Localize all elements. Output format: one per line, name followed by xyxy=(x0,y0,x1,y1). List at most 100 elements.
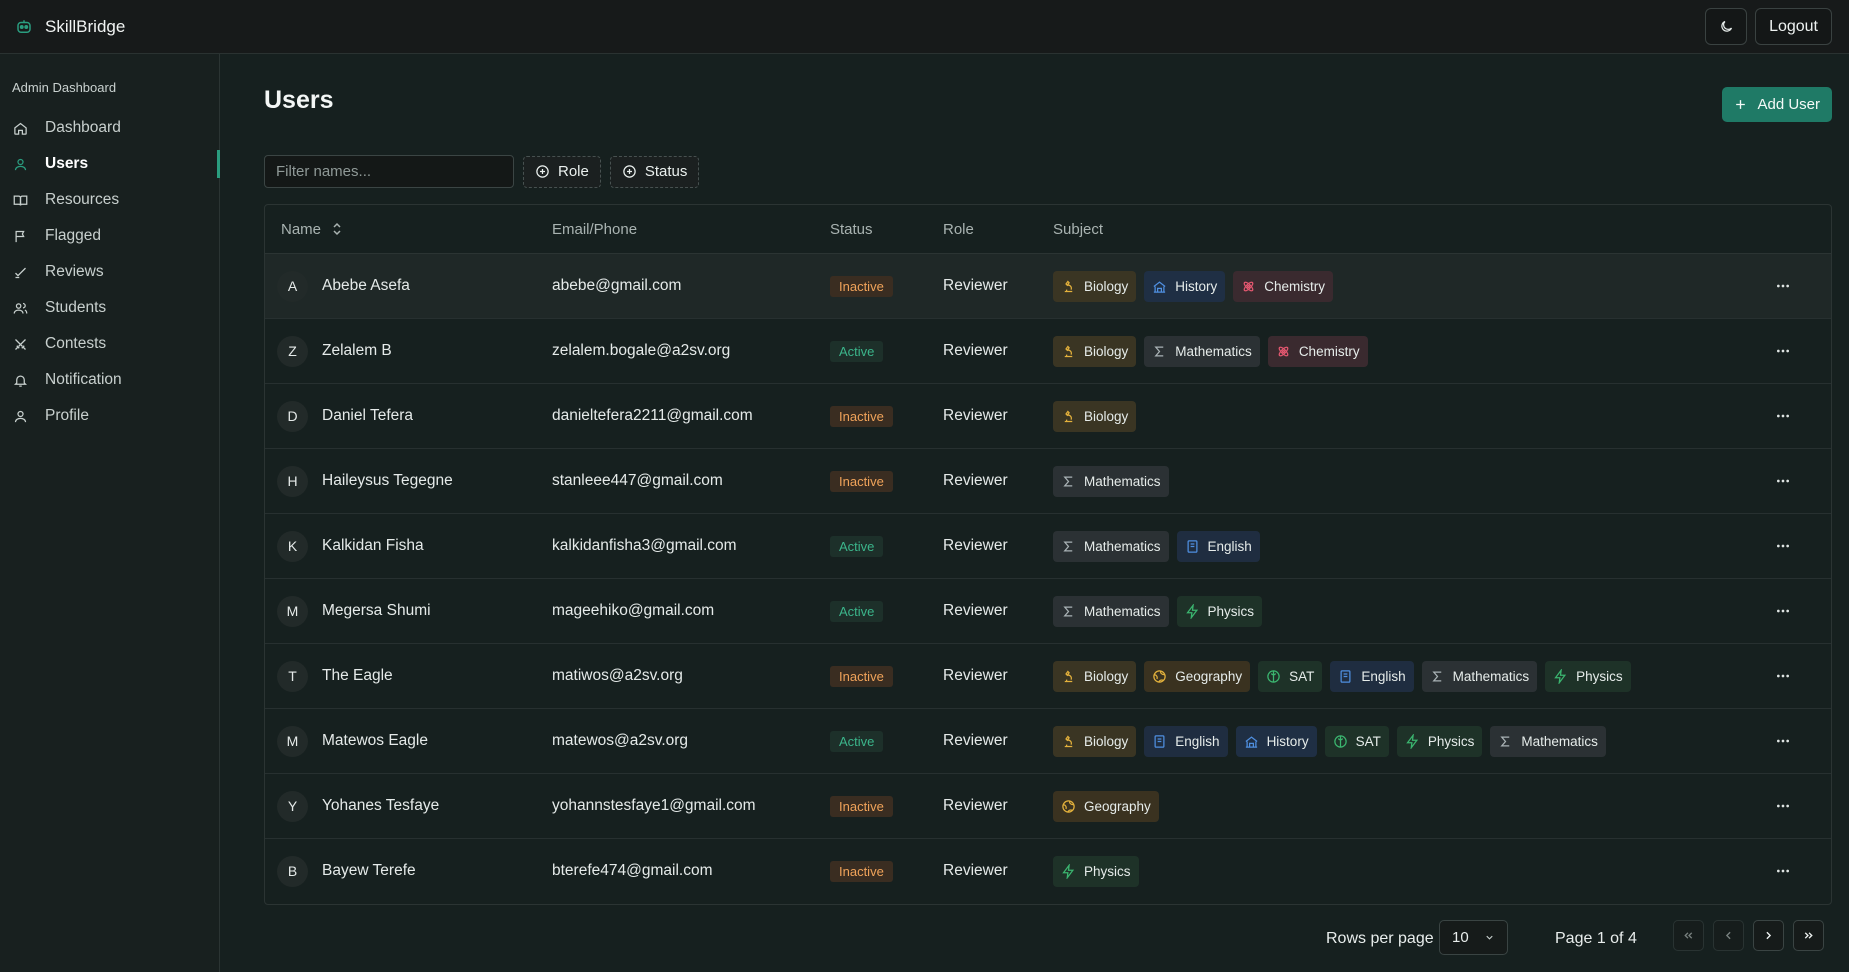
users-icon xyxy=(13,302,28,314)
row-actions-button[interactable] xyxy=(1775,579,1791,643)
status-badge: Active xyxy=(830,340,884,362)
sidebar-item-students[interactable]: Students xyxy=(0,290,220,326)
email-cell: abebe@gmail.com xyxy=(552,277,682,294)
status-badge: Inactive xyxy=(830,665,893,687)
sidebar-item-notification[interactable]: Notification xyxy=(0,362,220,398)
row-actions-button[interactable] xyxy=(1775,254,1791,318)
subject-label: Chemistry xyxy=(1264,278,1326,294)
row-actions-button[interactable] xyxy=(1775,384,1791,448)
sidebar-item-users[interactable]: Users xyxy=(0,146,220,182)
avatar: A xyxy=(277,270,308,302)
name-cell: B Bayew Terefe xyxy=(277,839,416,903)
subject-label: Biology xyxy=(1084,343,1129,359)
status-filter-button[interactable]: Status xyxy=(609,155,700,188)
user-name: Zelalem B xyxy=(322,342,392,359)
table-body: A Abebe Asefa abebe@gmail.com Inactive Revie… xyxy=(265,254,1831,904)
name-cell: H Haileysus Tegegne xyxy=(277,449,453,513)
row-actions-button[interactable] xyxy=(1775,644,1791,708)
sidebar-item-reviews[interactable]: Reviews xyxy=(0,254,220,290)
table-row[interactable]: Y Yohanes Tesfaye yohannstesfaye1@gmail.co… xyxy=(265,774,1831,839)
avatar: T xyxy=(277,660,308,692)
sidebar-nav: Dashboard Users Resources Flagged Review… xyxy=(0,110,220,434)
next-page-button[interactable] xyxy=(1753,920,1784,951)
subject-label: Physics xyxy=(1084,863,1131,879)
rows-per-page-select[interactable]: 10 xyxy=(1439,920,1508,955)
status-cell: Active xyxy=(830,579,884,643)
subject-label: Mathematics xyxy=(1084,538,1161,554)
subject-tag: Mathematics xyxy=(1053,530,1169,562)
last-page-button[interactable] xyxy=(1793,920,1824,951)
table-row[interactable]: D Daniel Tefera danieltefera2211@gmail.com… xyxy=(265,384,1831,449)
row-actions-button[interactable] xyxy=(1775,449,1791,513)
subject-tag: Geography xyxy=(1053,790,1159,822)
table-row[interactable]: B Bayew Terefe bterefe474@gmail.com Inactiv… xyxy=(265,839,1831,904)
row-actions-button[interactable] xyxy=(1775,839,1791,903)
microscope-icon xyxy=(1064,345,1073,357)
name-cell: T The Eagle xyxy=(277,644,393,708)
sigma-icon xyxy=(1432,671,1441,681)
add-user-button[interactable]: Add User xyxy=(1722,87,1832,122)
sidebar-item-contests[interactable]: Contests xyxy=(0,326,220,362)
logout-button[interactable]: Logout xyxy=(1755,8,1832,45)
moon-icon xyxy=(1720,20,1732,32)
status-cell: Inactive xyxy=(830,644,893,708)
subject-tag: English xyxy=(1176,530,1260,562)
more-horizontal-icon xyxy=(1777,739,1789,743)
table-row[interactable]: K Kalkidan Fisha kalkidanfisha3@gmail.com A… xyxy=(265,514,1831,579)
more-horizontal-icon xyxy=(1777,804,1789,808)
chevron-right-icon xyxy=(1766,931,1772,940)
subject-tag: Mathematics xyxy=(1490,725,1606,757)
table-row[interactable]: T The Eagle matiwos@a2sv.org Inactive Review… xyxy=(265,644,1831,709)
row-actions-button[interactable] xyxy=(1775,774,1791,838)
book-text-icon xyxy=(1340,669,1351,683)
sidebar-item-profile[interactable]: Profile xyxy=(0,398,220,434)
subject-tag: Physics xyxy=(1053,855,1139,887)
sidebar-item-label: Contests xyxy=(45,335,107,352)
filter-names-input[interactable] xyxy=(264,155,514,188)
avatar: H xyxy=(277,465,308,497)
sidebar-item-resources[interactable]: Resources xyxy=(0,182,220,218)
subject-label: Mathematics xyxy=(1521,733,1598,749)
more-horizontal-icon xyxy=(1777,349,1789,353)
previous-page-button[interactable] xyxy=(1713,920,1744,951)
role-filter-button[interactable]: Role xyxy=(523,155,601,188)
status-cell: Active xyxy=(830,709,884,773)
table-row[interactable]: M Matewos Eagle matewos@a2sv.org Active Revi… xyxy=(265,709,1831,774)
row-actions-button[interactable] xyxy=(1775,514,1791,578)
table-row[interactable]: A Abebe Asefa abebe@gmail.com Inactive Revie… xyxy=(265,254,1831,319)
sigma-icon xyxy=(1500,736,1510,746)
name-cell: M Matewos Eagle xyxy=(277,709,428,773)
brand[interactable]: SkillBridge xyxy=(15,17,125,37)
status-badge: Inactive xyxy=(830,275,893,297)
profile-icon xyxy=(14,410,27,422)
first-page-button[interactable] xyxy=(1673,920,1704,951)
plus-circle-icon xyxy=(536,165,549,178)
sidebar: Admin Dashboard Dashboard Users Resource… xyxy=(0,54,220,972)
table-row[interactable]: H Haileysus Tegegne stanleee447@gmail.com I… xyxy=(265,449,1831,514)
row-actions-button[interactable] xyxy=(1775,319,1791,383)
table-row[interactable]: M Megersa Shumi mageehiko@gmail.com Active R… xyxy=(265,579,1831,644)
sidebar-item-flagged[interactable]: Flagged xyxy=(0,218,220,254)
sidebar-item-dashboard[interactable]: Dashboard xyxy=(0,110,220,146)
sidebar-item-label: Dashboard xyxy=(45,119,121,136)
check-icon xyxy=(15,267,26,278)
table-row[interactable]: Z Zelalem B zelalem.bogale@a2sv.org Active R… xyxy=(265,319,1831,384)
subject-label: Mathematics xyxy=(1452,668,1530,684)
subject-label: Physics xyxy=(1427,733,1475,749)
landmark-icon xyxy=(1245,735,1258,748)
subject-tag: Biology xyxy=(1053,660,1137,692)
user-name: Haileysus Tegegne xyxy=(322,472,453,489)
sat-icon xyxy=(1333,734,1347,748)
subject-label: English xyxy=(1361,668,1406,684)
user-name: Bayew Terefe xyxy=(322,862,416,879)
column-header-name[interactable]: Name xyxy=(281,221,343,238)
sidebar-item-label: Profile xyxy=(45,407,89,424)
subject-label: History xyxy=(1266,733,1309,749)
more-horizontal-icon xyxy=(1777,479,1789,483)
role-filter-label: Role xyxy=(558,163,589,180)
user-icon xyxy=(14,158,27,170)
theme-toggle-button[interactable] xyxy=(1705,8,1748,45)
chevron-down-icon xyxy=(1486,935,1493,940)
row-actions-button[interactable] xyxy=(1775,709,1791,773)
status-badge: Inactive xyxy=(830,860,893,882)
